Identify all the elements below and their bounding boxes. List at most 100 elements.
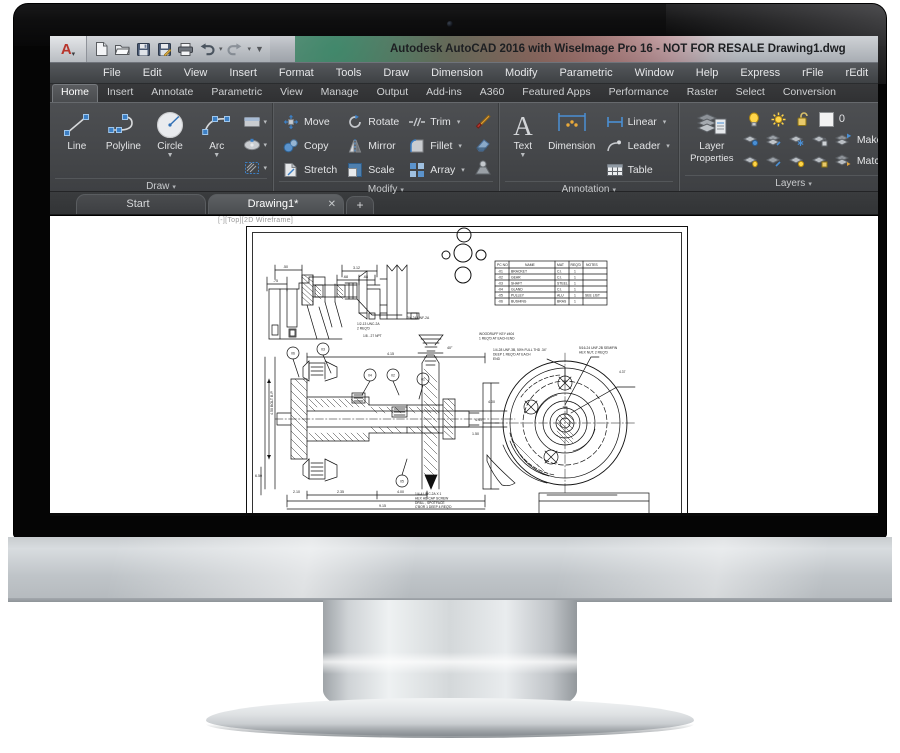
modify-trim-button[interactable]: Trim ▾ [405, 111, 468, 133]
menu-help[interactable]: Help [685, 63, 730, 83]
layer-isolate-icon[interactable] [742, 130, 761, 149]
explode-icon[interactable] [473, 158, 493, 178]
draw-polyline-button[interactable]: Polyline [102, 108, 146, 152]
menu-edit[interactable]: Edit [132, 63, 173, 83]
layer-properties-button[interactable]: Layer Properties [685, 108, 739, 164]
layer-thaw-all-icon[interactable] [788, 151, 807, 170]
annotation-leader-dropdown-icon[interactable]: ▾ [666, 142, 670, 150]
match-layer-icon[interactable] [834, 151, 853, 170]
make-current-icon[interactable] [834, 130, 853, 149]
customize-qat-icon[interactable]: ▼ [255, 44, 264, 54]
layer-on-icon[interactable] [742, 151, 761, 170]
annotation-dimension-button[interactable]: Dimension [544, 108, 600, 152]
modify-scale-button[interactable]: Scale [343, 159, 402, 181]
file-tab-drawing1[interactable]: Drawing1* ✕ [208, 194, 344, 214]
menu-window[interactable]: Window [624, 63, 685, 83]
lightbulb-on-icon[interactable] [744, 109, 764, 129]
rectangle-icon[interactable] [242, 112, 262, 132]
menu-modify[interactable]: Modify [494, 63, 548, 83]
menu-file[interactable]: File [92, 63, 132, 83]
modify-move-button[interactable]: Move [279, 111, 340, 133]
panel-annotation-expand-icon[interactable]: ▾ [612, 187, 616, 194]
undo-dropdown-icon[interactable]: ▾ [219, 45, 223, 53]
menu-redit[interactable]: rEdit [835, 63, 878, 83]
annotation-leader-button[interactable]: Leader ▾ [603, 135, 673, 157]
panel-layers-expand-icon[interactable]: ▾ [808, 181, 812, 188]
tab-home[interactable]: Home [52, 84, 98, 102]
file-tab-start[interactable]: Start [76, 194, 206, 214]
application-menu-dropdown-icon[interactable]: ▾ [72, 50, 76, 58]
autocad-logo-button[interactable]: A ▾ [50, 36, 87, 62]
layer-color-swatch[interactable] [819, 112, 834, 127]
menu-insert[interactable]: Insert [218, 63, 268, 83]
open-icon[interactable] [114, 41, 131, 58]
annotation-linear-dropdown-icon[interactable]: ▾ [663, 118, 667, 126]
menu-draw[interactable]: Draw [372, 63, 420, 83]
panel-draw-expand-icon[interactable]: ▾ [172, 184, 176, 191]
new-icon[interactable] [93, 41, 110, 58]
annotation-linear-button[interactable]: Linear ▾ [603, 111, 673, 133]
ellipse-dropdown-icon[interactable]: ▾ [264, 141, 268, 149]
modify-rotate-button[interactable]: Rotate [343, 111, 402, 133]
menu-view[interactable]: View [173, 63, 219, 83]
annotation-text-dropdown-icon[interactable]: ▼ [519, 153, 526, 158]
layer-off-icon[interactable] [765, 151, 784, 170]
menu-rfile[interactable]: rFile [791, 63, 834, 83]
menu-parametric[interactable]: Parametric [548, 63, 623, 83]
match-properties-icon[interactable] [473, 112, 493, 132]
tab-manage[interactable]: Manage [312, 84, 368, 102]
tab-parametric[interactable]: Parametric [202, 84, 271, 102]
draw-arc-button[interactable]: Arc ▼ [195, 108, 239, 158]
ellipse-icon[interactable] [242, 135, 262, 155]
menu-tools[interactable]: Tools [325, 63, 373, 83]
drawing-canvas[interactable]: [-][Top][2D Wireframe] [50, 215, 878, 516]
modify-array-dropdown-icon[interactable]: ▾ [461, 166, 465, 174]
tab-conversion[interactable]: Conversion [774, 84, 845, 102]
modify-mirror-button[interactable]: Mirror [343, 135, 402, 157]
current-layer-name[interactable]: 0 [839, 113, 845, 125]
draw-arc-dropdown-icon[interactable]: ▼ [213, 153, 220, 158]
print-icon[interactable] [177, 41, 194, 58]
draw-circle-dropdown-icon[interactable]: ▼ [167, 153, 174, 158]
tab-select[interactable]: Select [727, 84, 774, 102]
new-tab-button[interactable]: + [346, 196, 374, 214]
tab-featured-apps[interactable]: Featured Apps [513, 84, 599, 102]
rectangle-dropdown-icon[interactable]: ▾ [264, 118, 268, 126]
hatch-icon[interactable] [242, 158, 262, 178]
save-as-icon[interactable] [156, 41, 173, 58]
tab-a360[interactable]: A360 [471, 84, 514, 102]
redo-icon[interactable] [227, 41, 244, 58]
tab-output[interactable]: Output [368, 84, 418, 102]
tab-annotate[interactable]: Annotate [142, 84, 202, 102]
hatch-dropdown-icon[interactable]: ▾ [264, 164, 268, 172]
panel-annotation-title[interactable]: Annotation▾ [505, 181, 673, 197]
modify-trim-dropdown-icon[interactable]: ▾ [457, 118, 461, 126]
modify-fillet-button[interactable]: Fillet ▾ [405, 135, 468, 157]
tab-insert[interactable]: Insert [98, 84, 142, 102]
layer-unisolate-icon[interactable] [765, 130, 784, 149]
tab-raster[interactable]: Raster [678, 84, 727, 102]
match-layer-label[interactable]: Match La [857, 155, 878, 167]
menu-format[interactable]: Format [268, 63, 325, 83]
layer-unlock-icon[interactable] [811, 151, 830, 170]
redo-dropdown-icon[interactable]: ▾ [248, 45, 252, 53]
make-current-label[interactable]: Make Cur [857, 134, 878, 146]
annotation-text-button[interactable]: A Text ▼ [505, 108, 541, 158]
menu-dimension[interactable]: Dimension [420, 63, 494, 83]
unlock-icon[interactable] [794, 109, 814, 129]
panel-draw-title[interactable]: Draw▾ [55, 178, 267, 194]
erase-icon[interactable] [473, 135, 493, 155]
modify-fillet-dropdown-icon[interactable]: ▾ [458, 142, 462, 150]
layer-freeze-icon[interactable] [788, 130, 807, 149]
menu-express[interactable]: Express [729, 63, 791, 83]
draw-circle-button[interactable]: Circle ▼ [148, 108, 192, 158]
annotation-table-button[interactable]: Table [603, 159, 673, 181]
close-icon[interactable]: ✕ [328, 195, 336, 214]
modify-stretch-button[interactable]: Stretch [279, 159, 340, 181]
layer-lock-icon[interactable] [811, 130, 830, 149]
draw-line-button[interactable]: Line [55, 108, 99, 152]
modify-copy-button[interactable]: Copy [279, 135, 340, 157]
save-icon[interactable] [135, 41, 152, 58]
tab-add-ins[interactable]: Add-ins [417, 84, 471, 102]
panel-modify-expand-icon[interactable]: ▾ [400, 187, 404, 194]
